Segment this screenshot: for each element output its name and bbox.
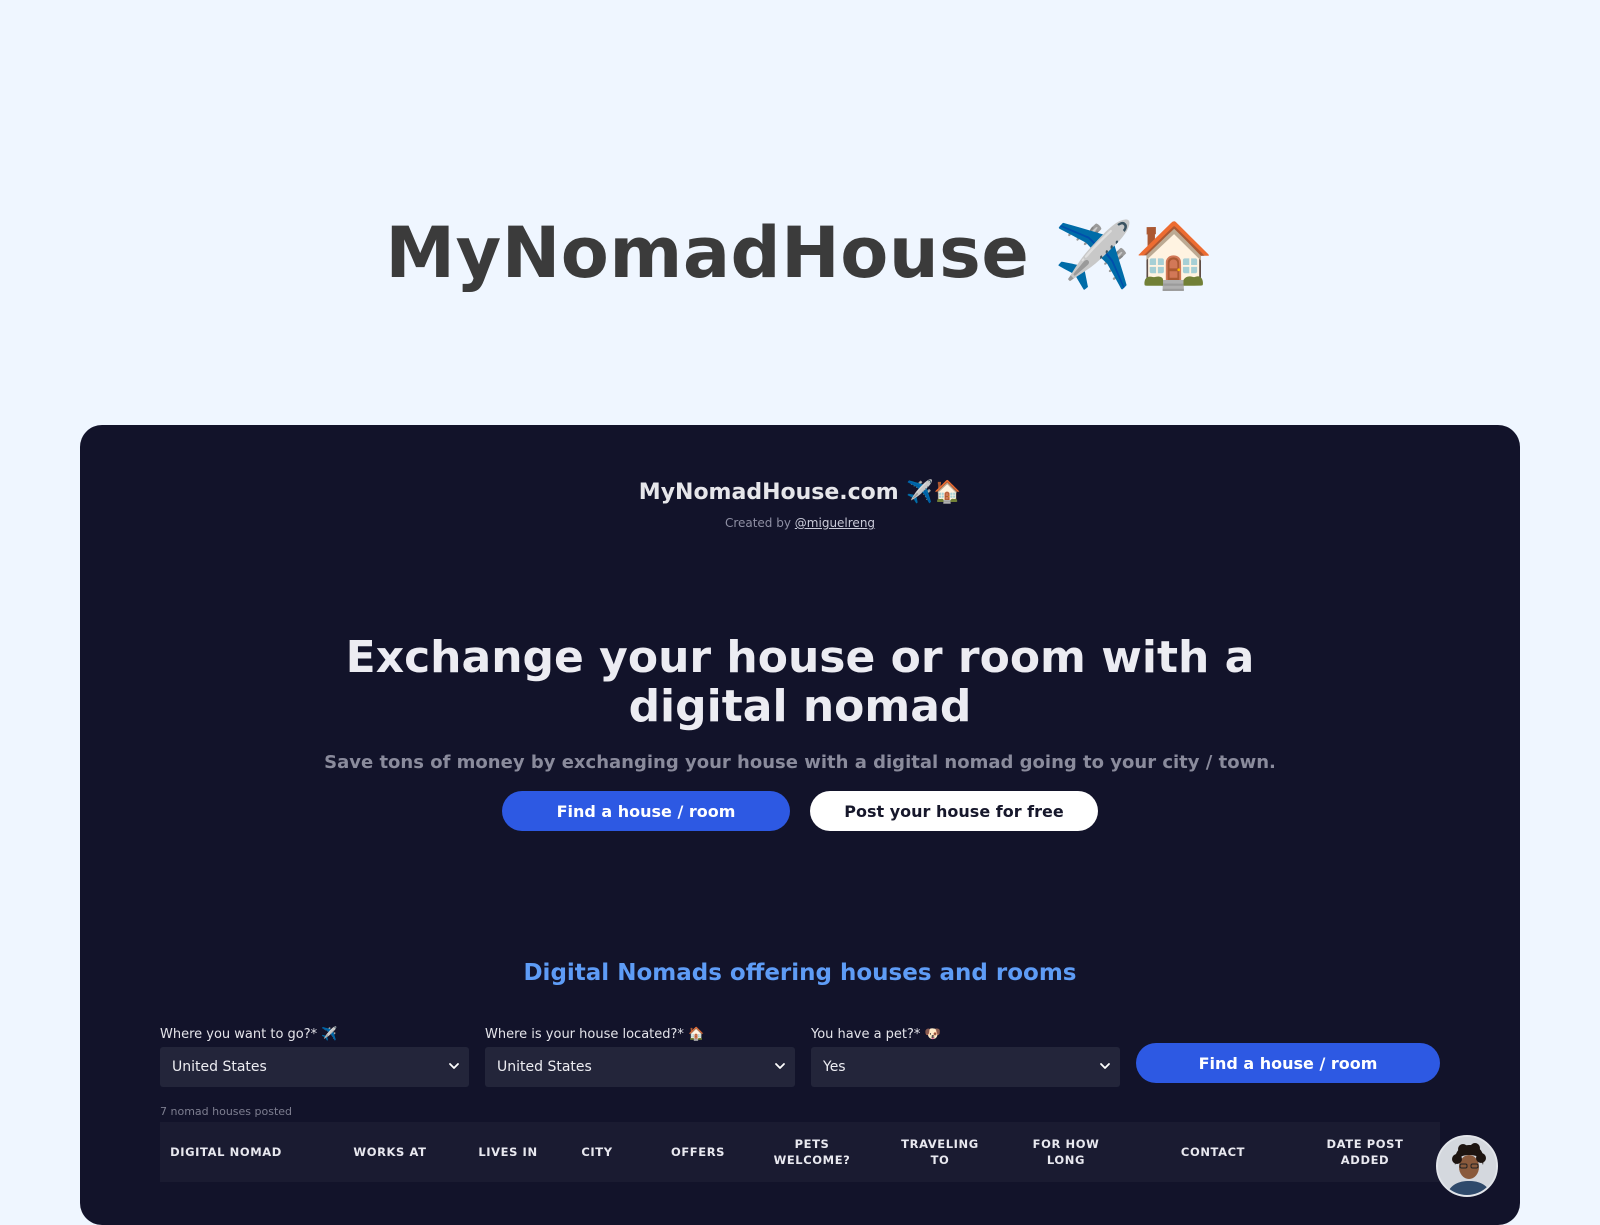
column-header[interactable]: CONTACT bbox=[1148, 1122, 1278, 1182]
column-header[interactable]: TRAVELING TO bbox=[895, 1122, 985, 1182]
destination-label: Where you want to go?* ✈️ bbox=[160, 1027, 338, 1042]
chevron-down-icon bbox=[775, 1063, 785, 1069]
chevron-down-icon bbox=[449, 1063, 459, 1069]
column-header[interactable]: OFFERS bbox=[654, 1122, 742, 1182]
post-house-button[interactable]: Post your house for free bbox=[810, 791, 1098, 831]
plane-house-emoji-icon: ✈️🏠 bbox=[1054, 219, 1215, 293]
listings-table-header: DIGITAL NOMAD WORKS AT LIVES IN CITY OFF… bbox=[160, 1122, 1440, 1182]
pet-select-value: Yes bbox=[823, 1059, 846, 1075]
brand-name: MyNomadHouse.com bbox=[638, 480, 899, 505]
column-header[interactable]: CITY bbox=[558, 1122, 636, 1182]
page-title-text: MyNomadHouse bbox=[385, 212, 1030, 294]
chevron-down-icon bbox=[1100, 1063, 1110, 1069]
main-subtitle: Save tons of money by exchanging your ho… bbox=[324, 752, 1276, 773]
find-house-button[interactable]: Find a house / room bbox=[502, 791, 790, 831]
column-header[interactable]: DATE POST ADDED bbox=[1310, 1122, 1420, 1182]
column-header[interactable]: LIVES IN bbox=[478, 1122, 538, 1182]
house-location-select-value: United States bbox=[497, 1059, 592, 1075]
main-headline: Exchange your house or room with a digit… bbox=[345, 632, 1255, 732]
creator-avatar[interactable] bbox=[1436, 1135, 1498, 1197]
house-location-select[interactable]: United States bbox=[485, 1047, 795, 1087]
avatar-portrait-icon bbox=[1438, 1137, 1496, 1195]
creator-credit: Created by @miguelreng bbox=[80, 516, 1520, 530]
destination-select[interactable]: United States bbox=[160, 1047, 469, 1087]
listing-count: 7 nomad houses posted bbox=[160, 1105, 293, 1118]
column-header[interactable]: WORKS AT bbox=[320, 1122, 460, 1182]
pet-label: You have a pet?* 🐶 bbox=[811, 1027, 941, 1042]
section-title: Digital Nomads offering houses and rooms bbox=[523, 960, 1077, 986]
destination-select-value: United States bbox=[172, 1059, 267, 1075]
creator-link[interactable]: @miguelreng bbox=[795, 516, 875, 530]
app-screenshot-frame: MyNomadHouse.com ✈️🏠 Created by @miguelr… bbox=[80, 425, 1520, 1225]
credit-prefix: Created by bbox=[724, 516, 791, 530]
house-location-label: Where is your house located?* 🏠 bbox=[485, 1027, 705, 1042]
column-header[interactable]: FOR HOW LONG bbox=[1028, 1122, 1104, 1182]
brand-emoji-icon: ✈️🏠 bbox=[906, 480, 962, 505]
column-header[interactable]: PETS WELCOME? bbox=[762, 1122, 862, 1182]
filter-find-button[interactable]: Find a house / room bbox=[1136, 1043, 1440, 1083]
column-header[interactable]: DIGITAL NOMAD bbox=[170, 1122, 282, 1182]
pet-select[interactable]: Yes bbox=[811, 1047, 1120, 1087]
brand-logo[interactable]: MyNomadHouse.com ✈️🏠 bbox=[80, 480, 1520, 505]
page-title: MyNomadHouse ✈️🏠 bbox=[0, 212, 1600, 294]
